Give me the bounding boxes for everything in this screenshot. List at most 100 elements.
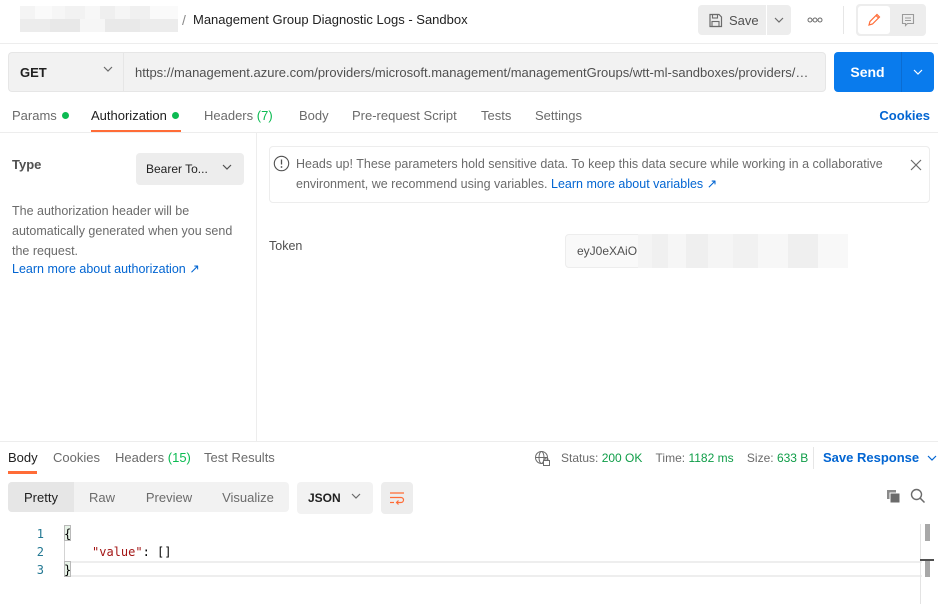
tab-settings[interactable]: Settings [535, 108, 582, 123]
wrap-icon [390, 492, 405, 505]
save-response-button[interactable]: Save Response [823, 450, 937, 465]
save-label: Save [729, 12, 759, 28]
divider [843, 6, 844, 34]
view-visualize-button[interactable]: Visualize [212, 482, 284, 512]
workspace-breadcrumb-redacted[interactable] [20, 6, 178, 32]
save-dropdown-button[interactable] [767, 5, 791, 35]
response-tab-test-results[interactable]: Test Results [204, 450, 275, 465]
view-raw-button[interactable]: Raw [74, 482, 130, 512]
code-line-3: } [64, 563, 72, 577]
tab-params[interactable]: Params [12, 108, 69, 123]
size-value[interactable]: 633 B [777, 451, 808, 465]
view-preview-button[interactable]: Preview [136, 482, 202, 512]
format-value: JSON [308, 491, 341, 505]
token-label: Token [269, 239, 303, 253]
close-icon[interactable] [909, 158, 923, 172]
edit-mode-button[interactable] [858, 6, 890, 34]
auth-type-value: Bearer To... [146, 162, 208, 176]
notice-text: Heads up! These parameters hold sensitiv… [296, 154, 906, 194]
header-bar: / Management Group Diagnostic Logs - San… [0, 0, 938, 44]
chevron-down-icon [774, 17, 784, 23]
line-number: 3 [36, 563, 44, 577]
wrap-lines-button[interactable] [381, 482, 413, 514]
editor-scrollbar-thumb[interactable] [925, 524, 930, 541]
size-label: Size: [746, 451, 774, 465]
time-value[interactable]: 1182 ms [688, 451, 733, 465]
send-button[interactable]: Send [834, 52, 901, 92]
tab-headers[interactable]: Headers (7) [204, 108, 273, 123]
status-dot [171, 112, 179, 119]
send-dropdown-button[interactable] [901, 52, 934, 92]
cookies-link[interactable]: Cookies [879, 108, 930, 123]
current-line-highlight [64, 561, 922, 577]
time-label: Time: [655, 451, 686, 465]
code-line-1: { [64, 527, 72, 541]
tab-label: Body [299, 108, 329, 123]
response-tab-body[interactable]: Body [8, 450, 38, 465]
url-input[interactable]: https://management.azure.com/providers/m… [123, 52, 826, 92]
divider [0, 441, 938, 442]
chevron-down-icon [103, 66, 113, 72]
send-label: Send [850, 64, 885, 80]
globe-lock-icon[interactable] [534, 450, 551, 467]
request-title[interactable]: Management Group Diagnostic Logs - Sandb… [193, 12, 468, 27]
request-tabs: Params Authorization Headers (7) Body Pr… [0, 100, 938, 133]
tab-label: Authorization [91, 108, 167, 123]
line-number: 2 [36, 545, 44, 559]
method-select[interactable]: GET [8, 52, 123, 92]
tab-label: Settings [535, 108, 582, 123]
status-dot [61, 112, 69, 119]
more-actions-button[interactable] [800, 5, 830, 35]
tab-label: Cookies [53, 450, 100, 465]
save-icon [709, 13, 723, 27]
active-tab-indicator [91, 130, 181, 132]
json-key: "value" [92, 545, 143, 559]
json-value: : [] [142, 545, 172, 559]
save-response-label: Save Response [823, 450, 920, 465]
tab-label: Body [8, 450, 38, 465]
response-meta: Status: 200 OK Time: 1182 ms Size: 633 B [561, 451, 808, 465]
response-tab-cookies[interactable]: Cookies [53, 450, 100, 465]
view-label: Pretty [24, 489, 58, 505]
copy-icon[interactable] [886, 489, 901, 504]
active-tab-indicator [8, 471, 37, 474]
breadcrumb-separator: / [182, 12, 186, 28]
tab-label: Headers [115, 450, 165, 465]
cursor-position-marker [920, 559, 934, 561]
tab-tests[interactable]: Tests [481, 108, 511, 123]
code-line-2: "value": [] [92, 545, 171, 559]
auth-description: The authorization header will be automat… [12, 204, 233, 258]
method-value: GET [20, 64, 47, 80]
status-value[interactable]: 200 OK [602, 451, 643, 465]
view-label: Preview [145, 489, 193, 505]
view-pretty-button[interactable]: Pretty [8, 482, 74, 512]
view-label: Visualize [222, 489, 274, 505]
tab-label: Test Results [204, 450, 275, 465]
view-label: Raw [88, 489, 115, 505]
tab-authorization[interactable]: Authorization [91, 108, 179, 123]
comments-button[interactable] [893, 6, 923, 34]
tab-pre-request-script[interactable]: Pre-request Script [352, 108, 457, 123]
comment-icon [901, 13, 915, 27]
url-value: https://management.azure.com/providers/m… [135, 64, 815, 80]
search-icon[interactable] [910, 488, 926, 504]
learn-more-authorization-link[interactable]: Learn more about authorization ↗ [12, 261, 200, 276]
warning-icon [273, 155, 290, 172]
auth-type-select[interactable]: Bearer To... [136, 153, 244, 185]
format-select[interactable]: JSON [297, 482, 373, 514]
tab-body[interactable]: Body [299, 108, 329, 123]
learn-more-variables-link[interactable]: Learn more about variables ↗ [551, 177, 717, 191]
token-redacted [638, 234, 848, 268]
chevron-down-icon [222, 164, 232, 170]
response-tab-headers[interactable]: Headers (15) [115, 450, 191, 465]
chevron-down-icon [927, 455, 937, 461]
divider [813, 447, 814, 469]
more-icon [807, 17, 823, 23]
indent-guide [64, 541, 65, 561]
tab-label: Pre-request Script [352, 108, 457, 123]
type-label: Type [12, 157, 42, 172]
editor-scrollbar-marker [925, 559, 930, 577]
editor-scrollbar-track[interactable] [920, 524, 921, 604]
save-button[interactable]: Save [698, 5, 766, 35]
status-label: Status: [561, 451, 599, 465]
